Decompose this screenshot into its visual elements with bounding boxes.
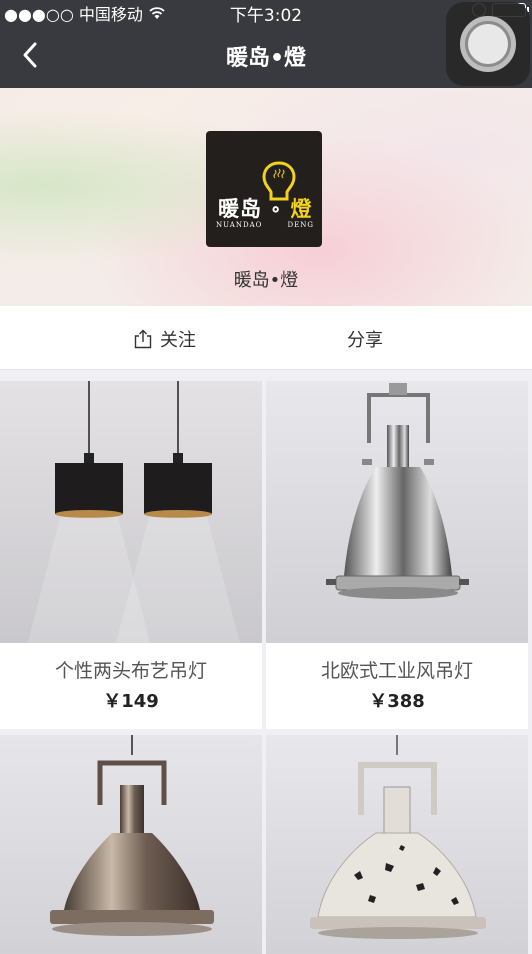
logo-wordmark: 暖岛 ∘ 燈 <box>218 196 313 221</box>
chrome-industrial-lamp-image <box>266 381 528 643</box>
top-bar: ●●●○○ 中国移动 下午3:02 暖岛•燈 <box>0 0 532 88</box>
white-vintage-lamp-image <box>266 735 528 954</box>
product-image <box>266 381 528 643</box>
shop-actions: 关注 分享 <box>0 306 532 370</box>
product-title: 个性两头布艺吊灯 <box>54 660 207 682</box>
assistive-core <box>468 24 508 64</box>
assistive-touch-button[interactable] <box>446 2 530 86</box>
logo-subtitle: NUANDAO DENG <box>216 221 314 229</box>
product-image <box>0 735 262 954</box>
product-card[interactable]: 个性两头布艺吊灯 ￥149 <box>0 381 262 729</box>
shop-name: 暖岛•燈 <box>233 270 299 291</box>
share-button[interactable]: 分享 <box>347 326 383 352</box>
shop-logo: 暖岛 ∘ 燈 NUANDAO DENG <box>206 131 322 247</box>
product-card[interactable] <box>266 735 528 954</box>
product-image <box>0 381 262 643</box>
follow-button[interactable]: 关注 <box>134 326 196 352</box>
product-price: ￥149 <box>103 691 159 712</box>
follow-label: 关注 <box>160 330 196 351</box>
follow-icon <box>134 329 152 349</box>
bronze-industrial-lamp-image <box>0 735 262 954</box>
product-card[interactable] <box>0 735 262 954</box>
product-image <box>266 735 528 954</box>
shop-header: 暖岛 ∘ 燈 NUANDAO DENG 暖岛•燈 <box>0 88 532 306</box>
fabric-pendant-lamps-image <box>0 381 262 643</box>
product-title: 北欧式工业风吊灯 <box>320 660 473 682</box>
product-price: ￥388 <box>369 691 425 712</box>
product-card[interactable]: 北欧式工业风吊灯 ￥388 <box>266 381 528 729</box>
